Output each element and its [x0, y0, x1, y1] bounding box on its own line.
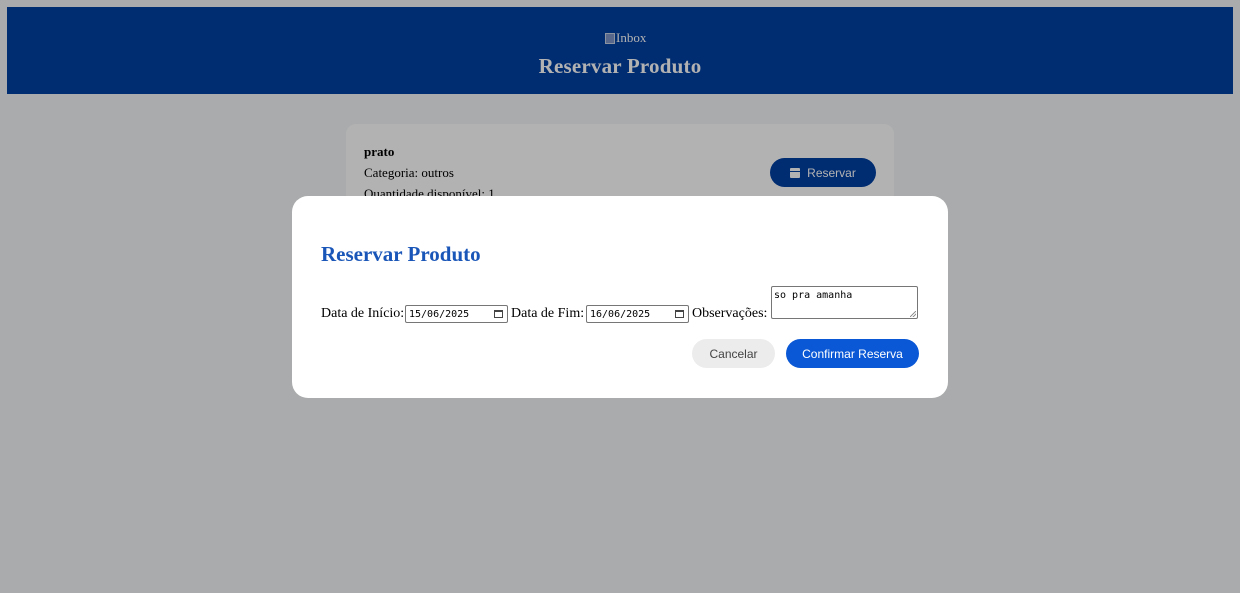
notes-value: so pra amanha: [774, 290, 853, 301]
start-date-value: 15/06/2025: [409, 308, 470, 320]
reservation-modal: Reservar Produto Data de Início: 15/06/2…: [292, 196, 948, 398]
resize-handle-icon[interactable]: [910, 311, 916, 317]
page: Inbox Reservar Produto prato Categoria: …: [0, 0, 1240, 593]
notes-label: Observações:: [692, 306, 768, 321]
calendar-icon[interactable]: [494, 310, 503, 318]
start-date-input[interactable]: 15/06/2025: [405, 305, 508, 323]
end-date-input[interactable]: 16/06/2025: [586, 305, 689, 323]
notes-textarea[interactable]: so pra amanha: [771, 286, 918, 319]
reservation-form: Data de Início: 15/06/2025 Data de Fim: …: [321, 286, 921, 323]
calendar-icon[interactable]: [675, 310, 684, 318]
cancel-button[interactable]: Cancelar: [692, 339, 775, 368]
end-date-value: 16/06/2025: [590, 308, 651, 320]
start-date-label: Data de Início:: [321, 306, 405, 321]
end-date-label: Data de Fim:: [511, 306, 585, 321]
confirm-reservation-button[interactable]: Confirmar Reserva: [786, 339, 919, 368]
modal-title: Reservar Produto: [321, 242, 481, 266]
